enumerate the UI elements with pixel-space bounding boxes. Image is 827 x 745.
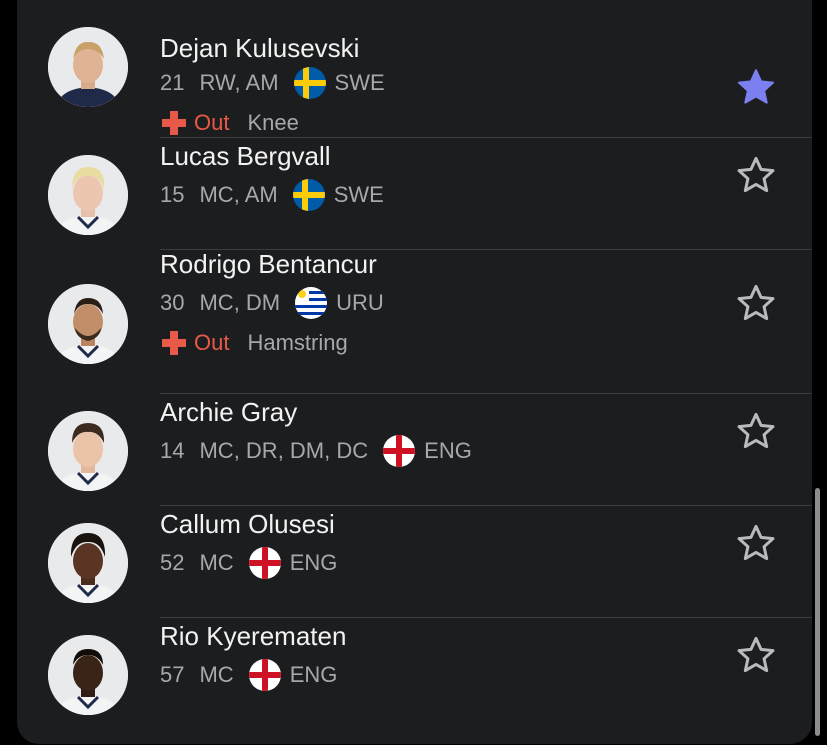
scrollbar-thumb[interactable] xyxy=(815,488,820,736)
shirt-number: 15 xyxy=(160,182,185,207)
player-positions: MC xyxy=(199,550,234,575)
player-positions: MC, DR, DM, DC xyxy=(199,438,369,463)
favorite-star-icon[interactable] xyxy=(735,282,777,324)
shirt-number: 52 xyxy=(160,550,185,575)
player-name[interactable]: Callum Olusesi xyxy=(160,509,335,540)
england-flag-icon xyxy=(248,547,281,579)
country-code: SWE xyxy=(333,182,384,207)
player-row[interactable]: Callum Olusesi 52 MC ENG xyxy=(17,506,812,618)
injury-body-part: Knee xyxy=(247,110,299,135)
favorite-star-icon[interactable] xyxy=(735,154,777,196)
injury-cross-icon xyxy=(160,329,188,357)
squad-list-card: Dejan Kulusevski 21 RW, AM SWE Out Knee … xyxy=(17,0,812,744)
player-positions: RW, AM xyxy=(199,70,279,95)
player-avatar xyxy=(48,411,128,491)
player-row[interactable]: Rio Kyerematen 57 MC ENG xyxy=(17,618,812,730)
england-flag-icon xyxy=(248,659,281,691)
injury-status: Out xyxy=(194,110,230,135)
injury-status: Out xyxy=(194,330,230,355)
player-row[interactable]: Rodrigo Bentancur 30 MC, DM URU Out Hams… xyxy=(17,249,812,394)
player-name[interactable]: Lucas Bergvall xyxy=(160,141,331,172)
player-row[interactable]: Lucas Bergvall 15 MC, AM SWE xyxy=(17,138,812,250)
player-positions: MC xyxy=(199,662,234,687)
player-name[interactable]: Rodrigo Bentancur xyxy=(160,249,377,280)
player-details: 21 RW, AM SWE xyxy=(160,67,385,99)
player-row[interactable]: Archie Gray 14 MC, DR, DM, DC ENG xyxy=(17,394,812,506)
shirt-number: 57 xyxy=(160,662,185,687)
shirt-number: 21 xyxy=(160,70,185,95)
country-code: ENG xyxy=(289,662,338,687)
favorite-star-icon[interactable] xyxy=(735,634,777,676)
sweden-flag-icon xyxy=(293,67,326,99)
country-code: ENG xyxy=(289,550,338,575)
shirt-number: 14 xyxy=(160,438,185,463)
shirt-number: 30 xyxy=(160,290,185,315)
player-details: 15 MC, AM SWE xyxy=(160,179,384,211)
player-positions: MC, AM xyxy=(199,182,278,207)
favorite-star-icon[interactable] xyxy=(735,410,777,452)
player-details: 14 MC, DR, DM, DC ENG xyxy=(160,435,472,467)
country-code: SWE xyxy=(334,70,385,95)
country-code: URU xyxy=(336,290,384,315)
england-flag-icon xyxy=(383,435,416,467)
player-avatar xyxy=(48,27,128,107)
player-name[interactable]: Dejan Kulusevski xyxy=(160,33,359,64)
player-positions: MC, DM xyxy=(199,290,281,315)
sweden-flag-icon xyxy=(292,179,325,211)
favorite-star-icon[interactable] xyxy=(735,66,777,108)
country-code: ENG xyxy=(424,438,472,463)
uruguay-flag-icon xyxy=(295,287,328,319)
injury-body-part: Hamstring xyxy=(247,330,348,355)
player-details: 52 MC ENG xyxy=(160,547,338,579)
player-avatar xyxy=(48,635,128,715)
player-avatar xyxy=(48,284,128,364)
injury-cross-icon xyxy=(160,109,188,137)
player-name[interactable]: Rio Kyerematen xyxy=(160,621,346,652)
player-name[interactable]: Archie Gray xyxy=(160,397,297,428)
favorite-star-icon[interactable] xyxy=(735,522,777,564)
player-avatar xyxy=(48,155,128,235)
player-details: 30 MC, DM URU xyxy=(160,287,384,319)
injury-info: Out Knee xyxy=(160,108,299,138)
player-row[interactable]: Dejan Kulusevski 21 RW, AM SWE Out Knee xyxy=(17,0,812,138)
player-details: 57 MC ENG xyxy=(160,659,338,691)
injury-info: Out Hamstring xyxy=(160,328,348,358)
player-avatar xyxy=(48,523,128,603)
